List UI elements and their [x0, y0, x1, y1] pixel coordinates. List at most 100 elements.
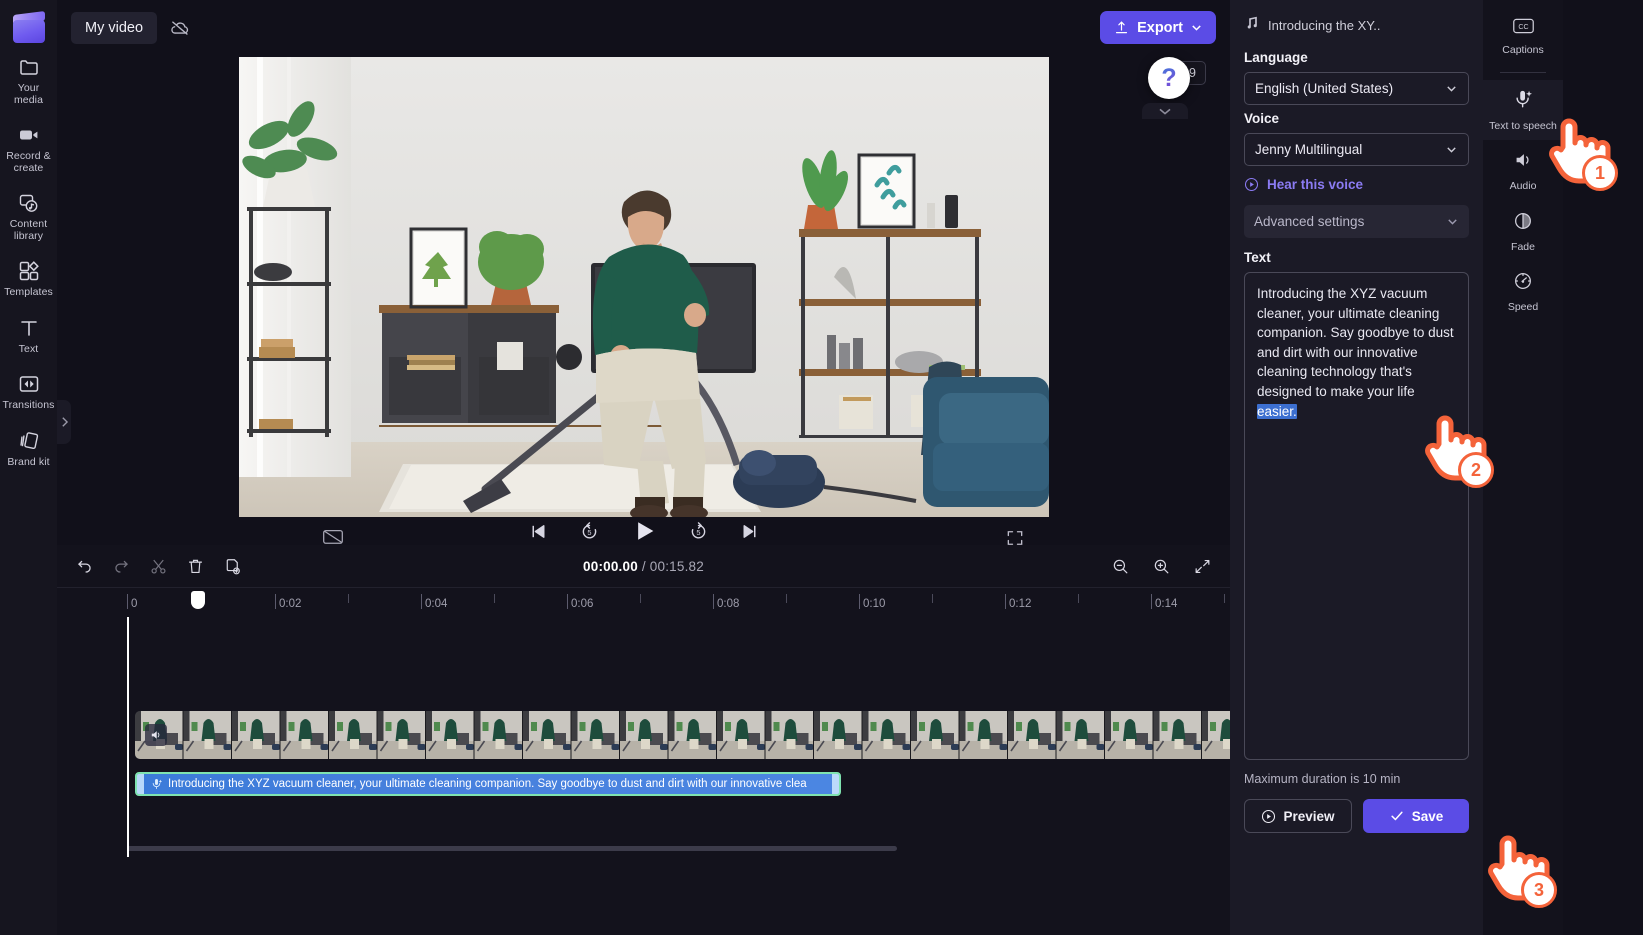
check-icon	[1391, 811, 1403, 821]
delete-button[interactable]	[186, 557, 205, 576]
clip-trim-handle-right[interactable]	[832, 774, 839, 794]
tool-captions[interactable]: CC Captions	[1483, 8, 1563, 65]
panel-collapse-handle[interactable]	[1142, 103, 1188, 119]
tts-text-body: Introducing the XYZ vacuum cleaner, your…	[1257, 286, 1458, 399]
tool-audio[interactable]: Audio	[1483, 140, 1563, 201]
chevron-down-icon	[1159, 108, 1171, 115]
timeline-ruler[interactable]: 0 0:02 0:04 0:06 0:08 0:10 0:12 0:14	[57, 587, 1230, 617]
preview-button[interactable]: Preview	[1244, 799, 1352, 833]
advanced-settings-toggle[interactable]: Advanced settings	[1244, 205, 1469, 238]
clip-label: Introducing the XYZ vacuum cleaner, your…	[168, 778, 807, 790]
advanced-settings-label: Advanced settings	[1254, 214, 1365, 229]
current-time: 00:00.00	[583, 558, 638, 574]
text-to-speech-icon	[150, 778, 163, 791]
properties-title: Introducing the XY..	[1268, 17, 1381, 33]
skip-to-end-button[interactable]	[739, 521, 760, 542]
left-sidebar: Your media Record & create Content libra…	[0, 0, 57, 935]
split-button[interactable]	[149, 557, 168, 576]
chevron-down-icon	[1192, 25, 1201, 31]
ruler-label: 0:14	[1155, 598, 1178, 610]
tool-text-to-speech[interactable]: Text to speech	[1483, 79, 1563, 140]
tool-fade[interactable]: Fade	[1483, 201, 1563, 262]
chevron-down-icon	[1447, 147, 1456, 153]
tool-label: Audio	[1509, 180, 1537, 192]
zoom-in-icon	[1154, 559, 1169, 573]
video-frame-content	[238, 57, 1049, 517]
svg-text:CC: CC	[1518, 24, 1528, 31]
sidebar-collapse-handle[interactable]	[57, 400, 71, 444]
redo-button[interactable]	[112, 557, 131, 576]
sidebar-item-content-library[interactable]: Content library	[0, 182, 57, 250]
forward-5-button[interactable]: 5	[688, 521, 709, 542]
ruler-label: 0	[131, 598, 138, 610]
svg-text:5: 5	[696, 528, 700, 537]
upload-icon	[1116, 21, 1128, 34]
chevron-down-icon	[1448, 219, 1457, 225]
cloud-off-icon[interactable]	[165, 13, 195, 43]
export-button[interactable]: Export	[1100, 11, 1216, 44]
content-library-icon	[17, 191, 41, 215]
play-button[interactable]	[630, 517, 658, 545]
timeline-toolbar: 00:00.00 / 00:15.82	[57, 545, 1230, 587]
audio-note-icon	[1244, 15, 1259, 35]
fit-to-timeline-icon	[1195, 559, 1210, 573]
save-button[interactable]: Save	[1363, 799, 1469, 833]
editor-main: My video Export 16:9	[57, 0, 1285, 935]
undo-button[interactable]	[75, 557, 94, 576]
hear-this-voice-button[interactable]: Hear this voice	[1244, 177, 1469, 192]
properties-panel: Introducing the XY.. Language English (U…	[1230, 0, 1483, 935]
tts-text-input[interactable]: Introducing the XYZ vacuum cleaner, your…	[1244, 272, 1469, 760]
playhead[interactable]	[127, 591, 205, 857]
sidebar-label: Templates	[4, 286, 53, 298]
logo-clapper-body	[12, 20, 45, 43]
sidebar-item-brand-kit[interactable]: Brand kit	[0, 420, 57, 477]
skip-to-start-button[interactable]	[528, 521, 549, 542]
ruler-label: 0:12	[1009, 598, 1032, 610]
volume-icon[interactable]	[145, 724, 167, 746]
chevron-right-icon	[61, 417, 68, 427]
timeline-scrollbar[interactable]	[127, 846, 897, 851]
sidebar-item-text[interactable]: Text	[0, 307, 57, 364]
timeline-tracks: Introducing the XYZ vacuum cleaner, your…	[57, 591, 1285, 857]
max-duration-note: Maximum duration is 10 min	[1244, 772, 1401, 786]
ruler-label: 0:02	[279, 598, 302, 610]
voice-value: Jenny Multilingual	[1255, 142, 1363, 157]
video-camera-icon	[17, 123, 41, 147]
rewind-5-button[interactable]: 5	[579, 521, 600, 542]
help-button[interactable]: ?	[1148, 57, 1190, 99]
language-label: Language	[1244, 50, 1308, 65]
project-name-field[interactable]: My video	[71, 11, 158, 44]
fit-to-timeline-button[interactable]	[1193, 557, 1212, 576]
save-label: Save	[1411, 808, 1444, 824]
tool-rail-divider	[1500, 71, 1546, 73]
help-label: ?	[1161, 63, 1177, 92]
cc-icon: CC	[1512, 17, 1535, 40]
text-icon	[17, 316, 41, 340]
timeline: 00:00.00 / 00:15.82 0 0:02 0:04 0:06 0:0…	[57, 545, 1285, 935]
text-label: Text	[1244, 250, 1271, 265]
sidebar-item-transitions[interactable]: Transitions	[0, 363, 57, 420]
sidebar-item-record-create[interactable]: Record & create	[0, 114, 57, 182]
sidebar-item-your-media[interactable]: Your media	[0, 46, 57, 114]
properties-actions: Preview Save	[1244, 799, 1469, 833]
sidebar-item-templates[interactable]: Templates	[0, 250, 57, 307]
text-to-speech-clip[interactable]: Introducing the XYZ vacuum cleaner, your…	[135, 772, 841, 796]
zoom-in-button[interactable]	[1152, 557, 1171, 576]
clip-trim-handle-left[interactable]	[137, 774, 144, 794]
tool-speed[interactable]: Speed	[1483, 261, 1563, 322]
voice-select[interactable]: Jenny Multilingual	[1244, 133, 1469, 166]
playhead-knob[interactable]	[191, 591, 205, 609]
ruler-label: 0:10	[863, 598, 886, 610]
tool-label: Text to speech	[1489, 119, 1557, 132]
video-preview[interactable]	[238, 57, 1049, 517]
zoom-out-button[interactable]	[1111, 557, 1130, 576]
language-select[interactable]: English (United States)	[1244, 72, 1469, 105]
video-clip-thumbnails	[135, 711, 1285, 759]
tool-label: Speed	[1507, 301, 1539, 313]
video-clip[interactable]	[135, 711, 1285, 759]
ruler-label: 0:06	[571, 598, 594, 610]
play-circle-icon	[1262, 809, 1276, 823]
clipchamp-logo[interactable]	[11, 10, 47, 46]
duplicate-button[interactable]	[223, 557, 242, 576]
folder-icon	[17, 55, 41, 79]
